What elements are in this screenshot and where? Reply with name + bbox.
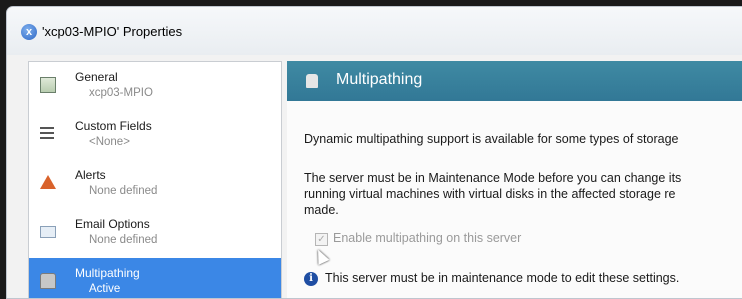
enable-multipathing-checkbox[interactable]: ✓ — [315, 233, 328, 246]
app-icon: x — [21, 24, 37, 40]
window-title: 'xcp03-MPIO' Properties — [42, 24, 183, 39]
mail-icon — [40, 226, 56, 238]
sidebar-item-sub: Active — [89, 283, 121, 295]
sidebar-item-sub: None defined — [89, 185, 158, 197]
title-bar: x 'xcp03-MPIO' Properties — [7, 7, 742, 55]
multipathing-panel: Multipathing Dynamic multipathing suppor… — [287, 61, 742, 298]
sidebar-item-sub: xcp03-MPIO — [89, 87, 153, 99]
sidebar-item-label: General — [75, 70, 118, 84]
sidebar-item-custom-fields[interactable]: Custom Fields <None> — [29, 111, 281, 160]
sidebar-item-sub: <None> — [89, 136, 130, 148]
maintenance-text-line2: running virtual machines with virtual di… — [304, 187, 676, 201]
description-text: Dynamic multipathing support is availabl… — [304, 132, 679, 146]
info-message: This server must be in maintenance mode … — [325, 271, 680, 285]
sidebar-item-sub: None defined — [89, 234, 158, 246]
maintenance-text-line3: made. — [304, 203, 339, 217]
disk-icon — [306, 74, 318, 88]
info-icon: i — [304, 272, 318, 286]
sidebar-item-multipathing[interactable]: Multipathing Active — [29, 258, 281, 298]
enable-multipathing-label: Enable multipathing on this server — [333, 231, 522, 245]
alert-icon — [40, 175, 56, 189]
panel-header: Multipathing — [287, 61, 742, 101]
disk-icon — [40, 273, 56, 289]
list-icon — [40, 127, 54, 139]
sidebar-item-label: Multipathing — [75, 266, 140, 280]
sidebar-item-label: Alerts — [75, 168, 106, 182]
panel-title: Multipathing — [336, 71, 423, 88]
sidebar-item-label: Email Options — [75, 217, 150, 231]
mouse-cursor — [312, 247, 330, 265]
maintenance-text-line1: The server must be in Maintenance Mode b… — [304, 171, 682, 185]
general-icon — [40, 77, 56, 93]
sidebar-item-general[interactable]: General xcp03-MPIO — [29, 62, 281, 111]
sidebar-item-label: Custom Fields — [75, 119, 152, 133]
settings-sidebar: General xcp03-MPIO Custom Fields <None> … — [28, 61, 282, 298]
sidebar-item-email-options[interactable]: Email Options None defined — [29, 209, 281, 258]
dialog-content: General xcp03-MPIO Custom Fields <None> … — [7, 55, 742, 298]
properties-window: x 'xcp03-MPIO' Properties General xcp03-… — [6, 6, 742, 299]
sidebar-item-alerts[interactable]: Alerts None defined — [29, 160, 281, 209]
